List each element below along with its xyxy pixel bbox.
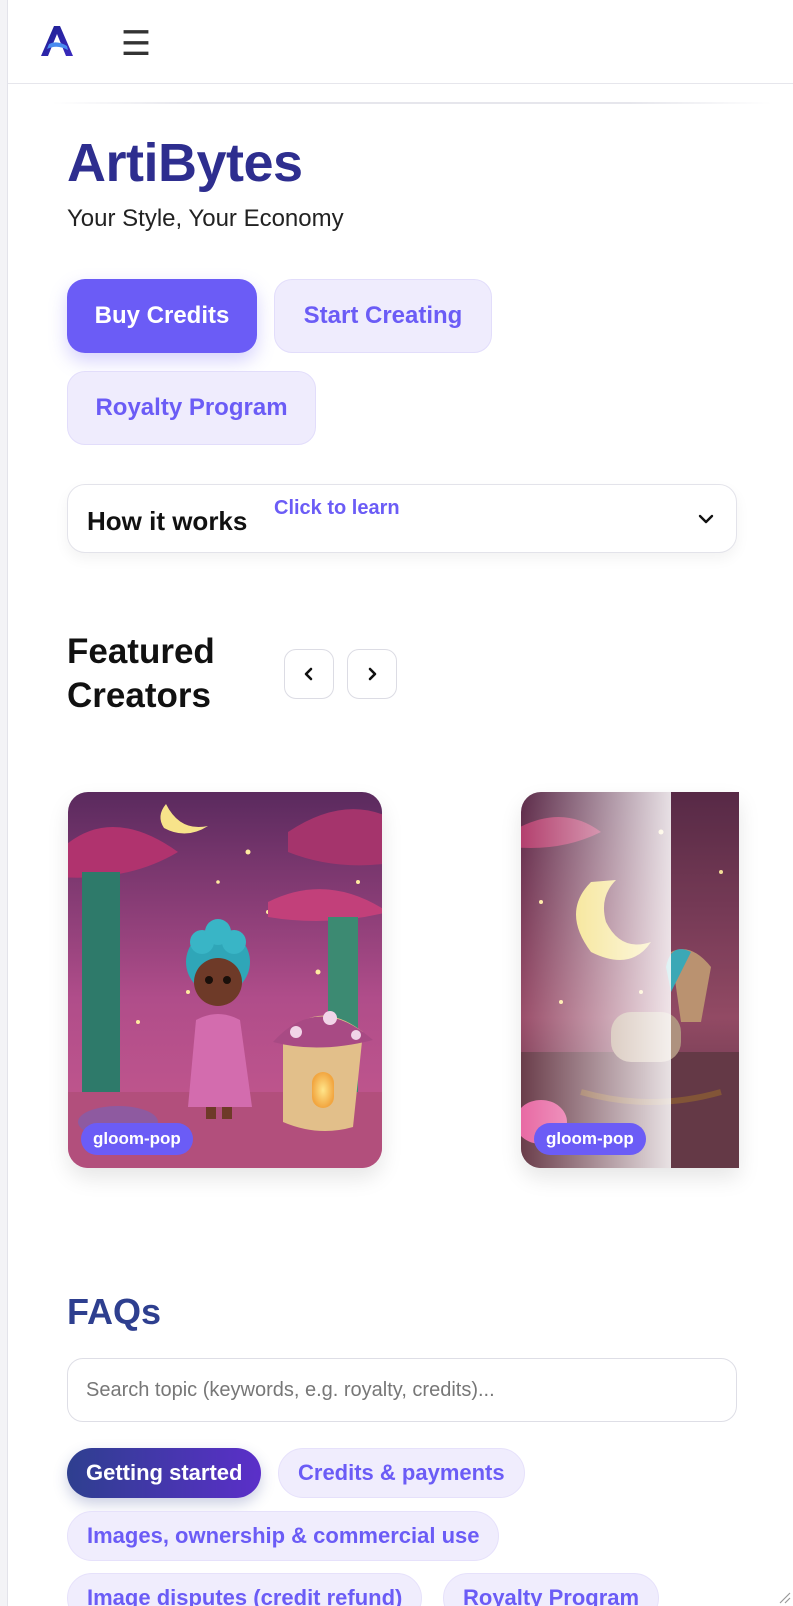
faq-chip-image-disputes[interactable]: Image disputes (credit refund) (67, 1573, 423, 1606)
faq-title: FAQs (67, 1291, 162, 1332)
creator-card[interactable]: gloom-pop (521, 792, 739, 1168)
chevron-left-icon (304, 667, 313, 681)
creator-card[interactable]: gloom-pop (68, 792, 382, 1168)
start-creating-button[interactable]: Start Creating (274, 279, 492, 353)
faq-chip-getting-started[interactable]: Getting started (67, 1448, 262, 1498)
creator-artwork-image (68, 792, 382, 1168)
brand-title: ArtiBytes (67, 133, 303, 193)
chevron-down-icon (698, 514, 714, 524)
how-it-works-hint: Click to learn (274, 497, 400, 519)
buy-credits-button[interactable]: Buy Credits (67, 279, 257, 353)
faq-chip-royalty-program[interactable]: Royalty Program (443, 1573, 660, 1606)
top-bar: ☰ (8, 0, 793, 84)
featured-creators-title: Featured Creators (67, 632, 215, 715)
faq-search-input[interactable] (67, 1358, 737, 1422)
creator-tag[interactable]: gloom-pop (81, 1123, 193, 1155)
faq-chip-images-ownership[interactable]: Images, ownership & commercial use (67, 1511, 500, 1561)
royalty-program-button[interactable]: Royalty Program (67, 371, 316, 445)
how-it-works-accordion[interactable]: How it works Click to learn (67, 484, 737, 553)
creator-artwork-image (521, 792, 739, 1168)
hamburger-menu-icon[interactable]: ☰ (116, 24, 156, 64)
artibytes-logo-icon[interactable] (40, 24, 74, 58)
carousel-next-button[interactable] (347, 649, 397, 699)
creator-tag[interactable]: gloom-pop (534, 1123, 646, 1155)
carousel-prev-button[interactable] (284, 649, 334, 699)
how-it-works-title: How it works (87, 506, 248, 536)
brand-tagline: Your Style, Your Economy (67, 205, 344, 232)
header-divider (52, 102, 772, 104)
resize-grip-icon[interactable] (775, 1588, 791, 1604)
faq-chip-credits-payments[interactable]: Credits & payments (278, 1448, 525, 1498)
left-rail (0, 0, 8, 1606)
chevron-right-icon (368, 667, 377, 681)
